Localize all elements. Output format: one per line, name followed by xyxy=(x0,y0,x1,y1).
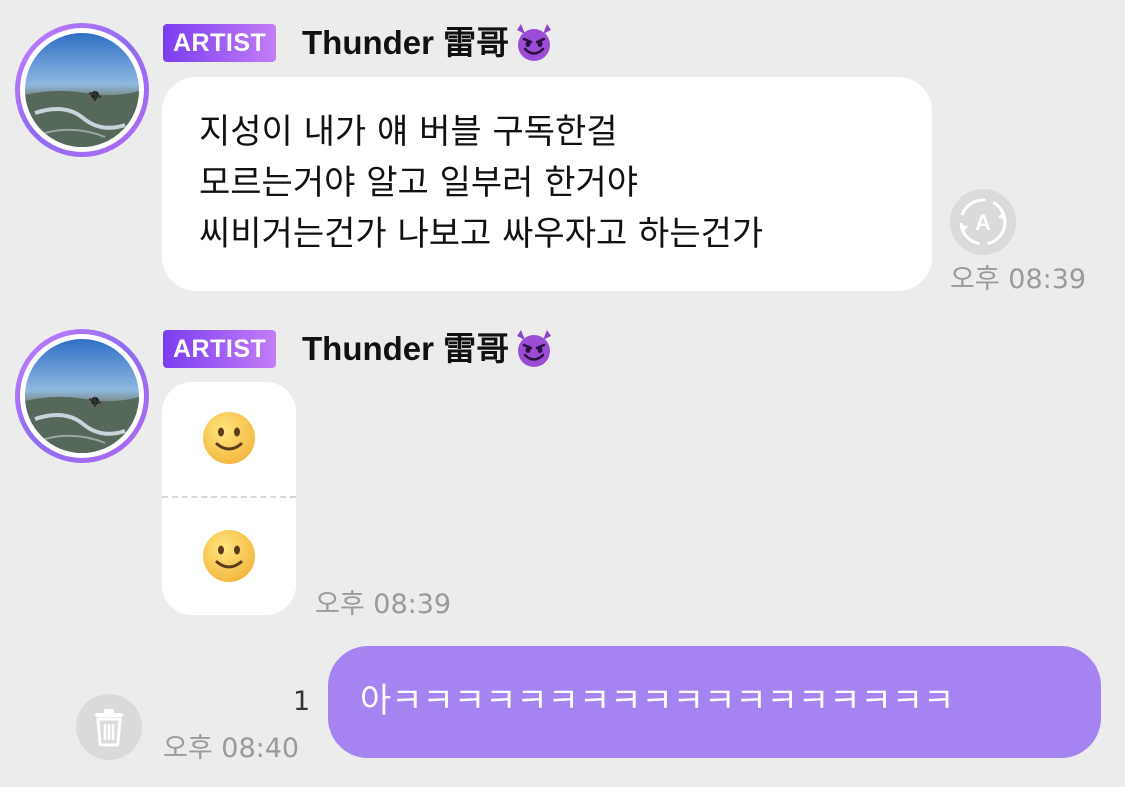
sender-name[interactable]: Thunder 雷哥 xyxy=(302,328,557,377)
emoji-message[interactable] xyxy=(162,498,296,615)
slightly-smiling-face-icon xyxy=(203,530,255,582)
slightly-smiling-face-icon xyxy=(203,412,255,464)
avatar-photo xyxy=(25,33,139,147)
emoji-message[interactable] xyxy=(162,382,296,496)
message-line: 지성이 내가 얘 버블 구독한걸 xyxy=(199,112,618,152)
translate-button[interactable]: A xyxy=(950,189,1016,255)
unread-count: 1 xyxy=(293,686,311,717)
sender-name-text: Thunder 雷哥 xyxy=(302,330,510,367)
smiling-devil-icon xyxy=(511,22,557,71)
message-line: 씨비거는건가 나보고 싸우자고 하는건가 xyxy=(199,214,764,254)
outgoing-message-bubble[interactable]: 아ㅋㅋㅋㅋㅋㅋㅋㅋㅋㅋㅋㅋㅋㅋㅋㅋㅋㅋ xyxy=(328,646,1101,758)
translate-icon: A xyxy=(959,198,1007,246)
svg-text:A: A xyxy=(975,210,991,235)
message-time: 오후 08:39 xyxy=(950,264,1087,295)
emoji-message-card[interactable] xyxy=(162,382,296,615)
smiling-devil-icon xyxy=(511,328,557,377)
sender-avatar[interactable] xyxy=(15,23,149,157)
message-line: 모르는거야 알고 일부러 한거야 xyxy=(199,163,639,203)
avatar-photo xyxy=(25,339,139,453)
skydiving-photo xyxy=(25,33,139,147)
artist-badge: ARTIST xyxy=(163,330,277,368)
trash-icon xyxy=(95,709,123,747)
artist-badge: ARTIST xyxy=(163,24,277,62)
sender-avatar[interactable] xyxy=(15,329,149,463)
sender-name-text: Thunder 雷哥 xyxy=(302,24,510,61)
message-bubble[interactable]: 지성이 내가 얘 버블 구독한걸 모르는거야 알고 일부러 한거야 씨비거는건가… xyxy=(162,77,932,291)
message-time: 오후 08:39 xyxy=(315,589,452,620)
skydiving-photo xyxy=(25,339,139,453)
delete-button[interactable] xyxy=(76,694,142,760)
sender-name[interactable]: Thunder 雷哥 xyxy=(302,22,557,71)
message-time: 오후 08:40 xyxy=(163,733,300,764)
